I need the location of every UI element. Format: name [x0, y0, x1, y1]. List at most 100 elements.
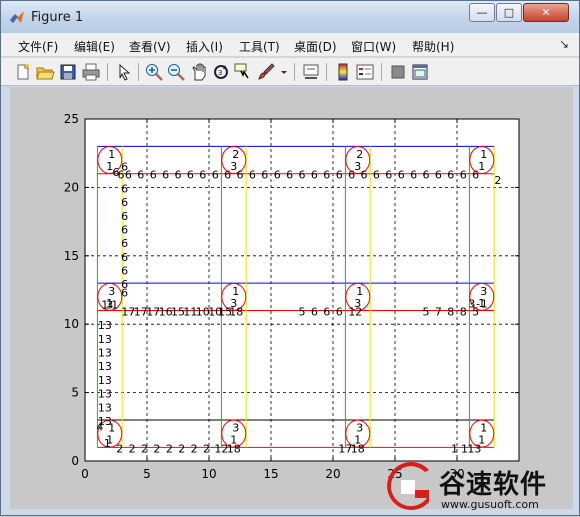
- data-label: 8: [447, 306, 454, 319]
- data-label: 2: [116, 442, 123, 455]
- data-label: 6: [121, 237, 128, 250]
- data-label: 3: [468, 297, 475, 310]
- data-label: 6: [121, 210, 128, 223]
- x-tick-label: 10: [201, 467, 216, 481]
- data-label: 6: [286, 169, 293, 182]
- data-label: 18: [227, 442, 241, 455]
- menu-desktop[interactable]: 桌面(D): [294, 38, 337, 55]
- data-label: 13: [98, 374, 112, 387]
- data-label: 6: [423, 169, 430, 182]
- menu-insert[interactable]: 插入(I): [186, 38, 223, 55]
- menu-window[interactable]: 窗口(W): [351, 38, 396, 55]
- x-tick-label: 15: [263, 467, 278, 481]
- data-label: 5: [423, 306, 430, 319]
- brush-icon[interactable]: [256, 62, 276, 82]
- menu-view[interactable]: 查看(V): [129, 38, 171, 55]
- data-label: 6: [237, 169, 244, 182]
- data-label: 6: [472, 169, 479, 182]
- rotate-3d-icon[interactable]: 3: [211, 62, 231, 82]
- link-plot-icon[interactable]: [301, 62, 321, 82]
- legend-icon[interactable]: [355, 62, 375, 82]
- matlab-logo-icon: [10, 11, 24, 23]
- zoom-in-icon[interactable]: [144, 62, 164, 82]
- new-figure-icon[interactable]: [13, 62, 33, 82]
- menu-help[interactable]: 帮助(H): [412, 38, 454, 55]
- edit-plot-icon[interactable]: [114, 62, 134, 82]
- x-tick-label: 5: [143, 467, 151, 481]
- toolbar-separator: [107, 63, 108, 81]
- y-tick-label: 15: [64, 249, 79, 263]
- data-label: 6: [311, 306, 318, 319]
- data-label: 2: [191, 442, 198, 455]
- show-plot-tools-icon[interactable]: [410, 62, 430, 82]
- data-label: 6: [435, 169, 442, 182]
- data-label: 5: [299, 306, 306, 319]
- data-label: 6: [249, 169, 256, 182]
- data-label: 1: [111, 299, 118, 312]
- data-label: 6: [121, 264, 128, 277]
- data-label: 6: [398, 169, 405, 182]
- data-label: 2: [129, 442, 136, 455]
- data-label: 6: [199, 169, 206, 182]
- zoom-out-icon[interactable]: [166, 62, 186, 82]
- menu-edit[interactable]: 编辑(E): [74, 38, 115, 55]
- y-tick-label: 10: [64, 317, 79, 331]
- data-label: 6: [348, 169, 355, 182]
- y-tick-label: 5: [71, 386, 79, 400]
- print-icon[interactable]: [81, 62, 101, 82]
- watermark-url: www.gusuoft.com: [441, 498, 539, 511]
- toolbar: 3: [1, 58, 579, 86]
- menu-dock-arrow-icon[interactable]: ↘: [559, 37, 569, 51]
- toolbar-separator: [326, 63, 327, 81]
- data-cursor-icon[interactable]: [233, 62, 253, 82]
- close-button[interactable]: ✕: [523, 3, 569, 22]
- data-label: 6: [299, 169, 306, 182]
- data-label: 6: [336, 306, 343, 319]
- data-label: 2: [203, 442, 210, 455]
- colorbar-icon[interactable]: [333, 62, 353, 82]
- data-label: 1: [451, 442, 458, 455]
- menu-tools[interactable]: 工具(T): [239, 38, 280, 55]
- data-label: 13: [98, 333, 112, 346]
- maximize-icon: □: [503, 6, 515, 19]
- data-label: 6: [121, 286, 128, 299]
- data-label: 6: [385, 169, 392, 182]
- hide-plot-tools-icon[interactable]: [388, 62, 408, 82]
- title-bar[interactable]: Figure 1 — □ ✕: [1, 1, 579, 33]
- data-label: 6: [447, 169, 454, 182]
- gusu-logo-icon: [387, 462, 429, 510]
- data-label: 13: [467, 442, 481, 455]
- pan-icon[interactable]: [189, 62, 209, 82]
- data-label: 6: [361, 169, 368, 182]
- svg-text:3: 3: [218, 69, 222, 77]
- minimize-button[interactable]: —: [469, 3, 495, 22]
- data-label: 1: [481, 297, 488, 310]
- data-label: 6: [137, 169, 144, 182]
- data-label: 18: [229, 306, 243, 319]
- data-label: 13: [98, 319, 112, 332]
- watermark-text: 谷速软件: [439, 470, 548, 500]
- data-label: 2: [141, 442, 148, 455]
- window-title: Figure 1: [31, 10, 84, 25]
- chevron-down-icon[interactable]: [279, 62, 289, 82]
- x-tick-label: 0: [81, 467, 89, 481]
- node-label-bottom: 1: [478, 160, 485, 173]
- data-label: 8: [460, 306, 467, 319]
- data-label: 7: [435, 306, 442, 319]
- maximize-button[interactable]: □: [496, 3, 522, 22]
- data-label: 6: [336, 169, 343, 182]
- menu-file[interactable]: 文件(F): [18, 38, 58, 55]
- data-label: 6: [121, 196, 128, 209]
- data-label: 2: [178, 442, 185, 455]
- save-icon[interactable]: [58, 62, 78, 82]
- data-label: 6: [323, 169, 330, 182]
- data-label: 6: [121, 182, 128, 195]
- data-label: 13: [98, 388, 112, 401]
- figure-canvas: 1123231131131331113131116666666666666666…: [10, 87, 573, 509]
- y-tick-label: 0: [71, 454, 79, 468]
- data-label: -: [476, 297, 480, 310]
- data-label: 6: [274, 169, 281, 182]
- open-file-icon[interactable]: [35, 62, 55, 82]
- close-icon: ✕: [541, 6, 551, 19]
- data-label: 13: [98, 401, 112, 414]
